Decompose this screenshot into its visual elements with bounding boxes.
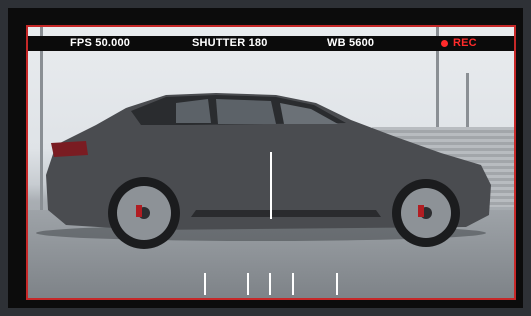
center-guide-line [270,152,272,219]
rec-indicator: REC [453,37,477,49]
guide-tick [336,273,338,295]
fps-readout: FPS 50.000 [70,37,131,49]
record-dot-icon [441,40,448,47]
shutter-readout: SHUTTER 180 [192,37,268,49]
white-balance-readout: WB 5600 [327,37,375,49]
guide-tick [204,273,206,295]
guide-tick [247,273,249,295]
guide-tick [269,273,271,295]
camera-viewfinder-image [26,25,516,300]
camera-hud-bar: FPS 50.000 SHUTTER 180 WB 5600 REC [28,36,514,51]
guide-tick [292,273,294,295]
